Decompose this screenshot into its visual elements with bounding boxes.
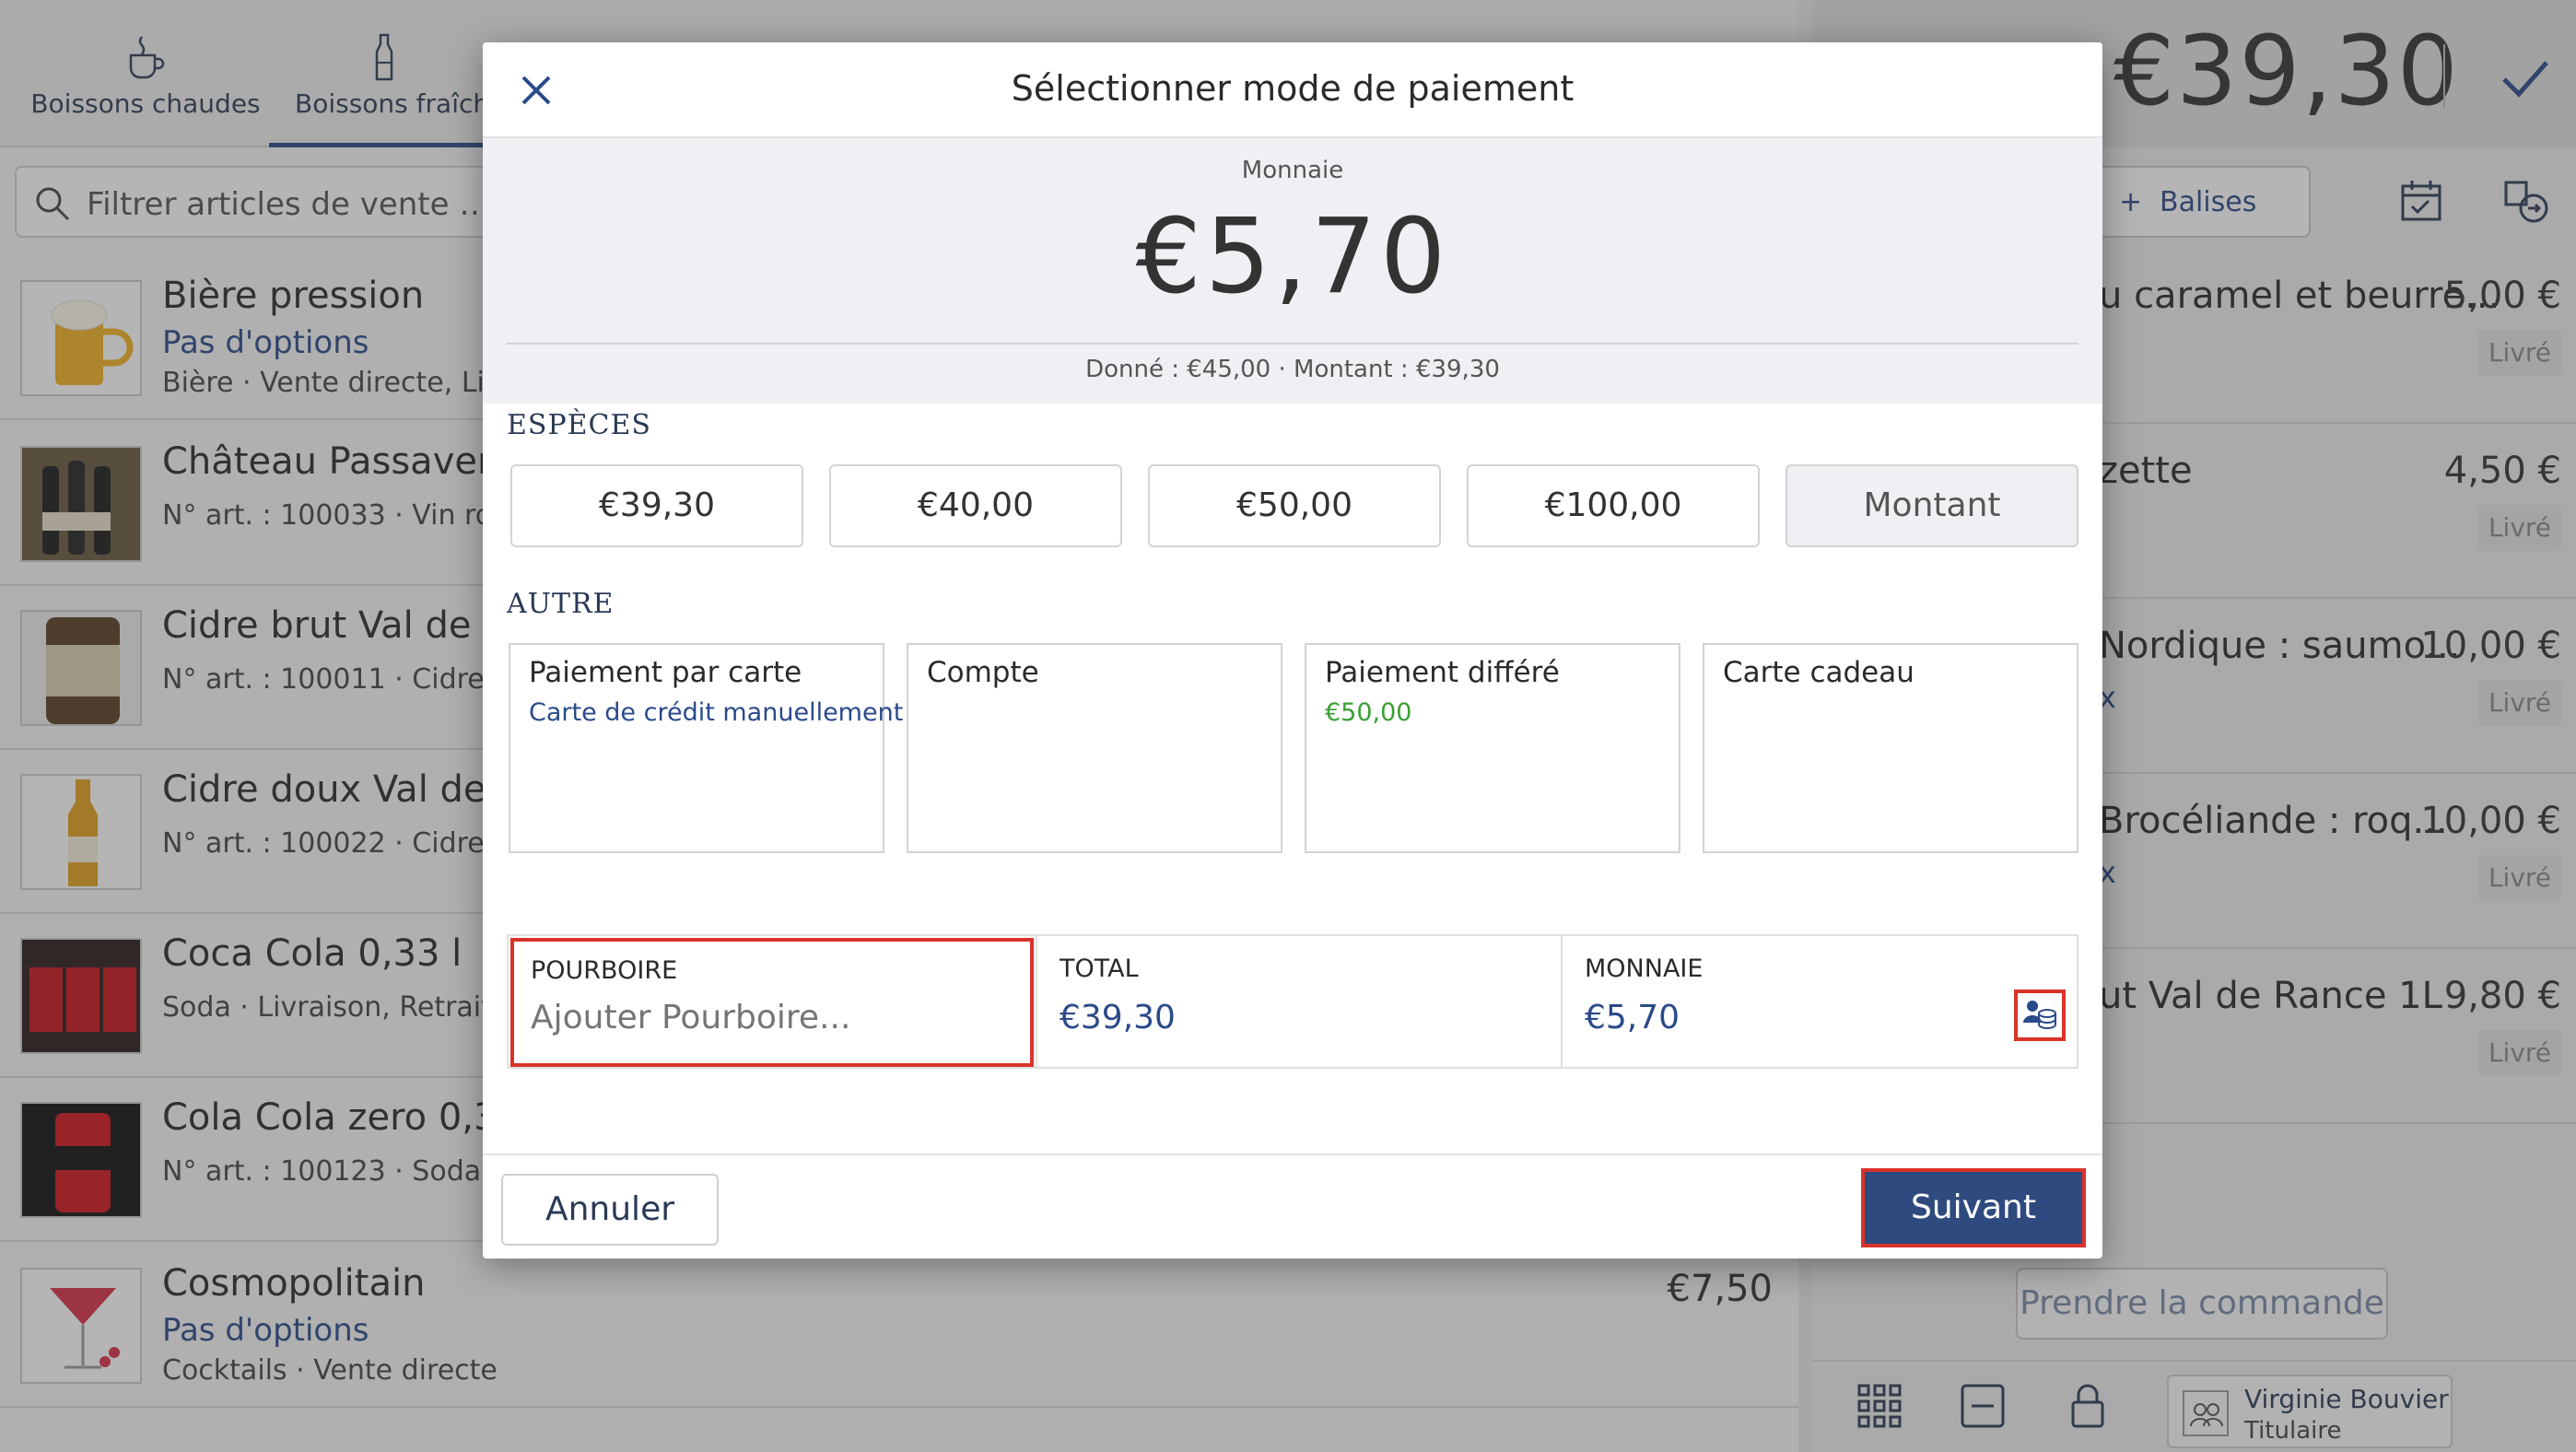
change-field: MONNAIE €5,70 <box>1563 936 2078 1067</box>
payment-method-subtitle: €50,00 <box>1325 698 1412 727</box>
other-section-label: AUTRE <box>507 588 615 620</box>
payment-method-account[interactable]: Compte <box>907 643 1282 853</box>
dialog-header: Sélectionner mode de paiement <box>483 42 2102 138</box>
tip-field[interactable]: POURBOIRE <box>510 938 1034 1067</box>
payment-summary: POURBOIRE TOTAL €39,30 MONNAIE €5,70 <box>507 934 2078 1069</box>
payment-method-gift-card[interactable]: Carte cadeau <box>1703 643 2078 853</box>
cash-option-exact[interactable]: €39,30 <box>510 464 803 547</box>
total-value: €39,30 <box>1060 999 1176 1036</box>
change-field-label: MONNAIE <box>1585 954 1704 983</box>
cash-option-100[interactable]: €100,00 <box>1467 464 1760 547</box>
divider <box>507 343 2078 345</box>
total-field: TOTAL €39,30 <box>1037 936 1563 1067</box>
payment-method-dialog: Sélectionner mode de paiement Monnaie €5… <box>483 42 2102 1259</box>
payment-method-title: Paiement différé <box>1325 656 1560 689</box>
tip-input[interactable] <box>531 999 991 1036</box>
cash-section-label: ESPÈCES <box>507 409 651 441</box>
tip-label: POURBOIRE <box>531 956 678 985</box>
payment-method-title: Carte cadeau <box>1723 656 1914 689</box>
change-amount: €5,70 <box>1135 197 1450 317</box>
total-label: TOTAL <box>1060 954 1139 983</box>
cash-option-50[interactable]: €50,00 <box>1148 464 1441 547</box>
change-field-value: €5,70 <box>1585 999 1680 1036</box>
payment-method-subtitle: Carte de crédit manuellement <box>529 698 904 727</box>
cash-option-custom-amount[interactable]: Montant <box>1786 464 2078 547</box>
payment-method-title: Paiement par carte <box>529 656 802 689</box>
payment-method-deferred[interactable]: Paiement différé €50,00 <box>1305 643 1680 853</box>
given-and-amount: Donné : €45,00 · Montant : €39,30 <box>1085 356 1500 383</box>
change-label: Monnaie <box>1241 157 1344 184</box>
payment-method-card[interactable]: Paiement par carte Carte de crédit manue… <box>509 643 903 853</box>
change-display: Monnaie €5,70 Donné : €45,00 · Montant :… <box>483 138 2102 404</box>
cash-option-40[interactable]: €40,00 <box>829 464 1122 547</box>
cancel-button[interactable]: Annuler <box>501 1174 719 1246</box>
next-button[interactable]: Suivant <box>1861 1168 2086 1247</box>
cash-drawer-button[interactable] <box>2014 989 2066 1041</box>
cashier-coins-icon <box>2023 1001 2056 1029</box>
dialog-title: Sélectionner mode de paiement <box>1011 68 1575 109</box>
payment-method-title: Compte <box>927 656 1039 689</box>
dialog-footer: Annuler Suivant <box>483 1153 2102 1259</box>
